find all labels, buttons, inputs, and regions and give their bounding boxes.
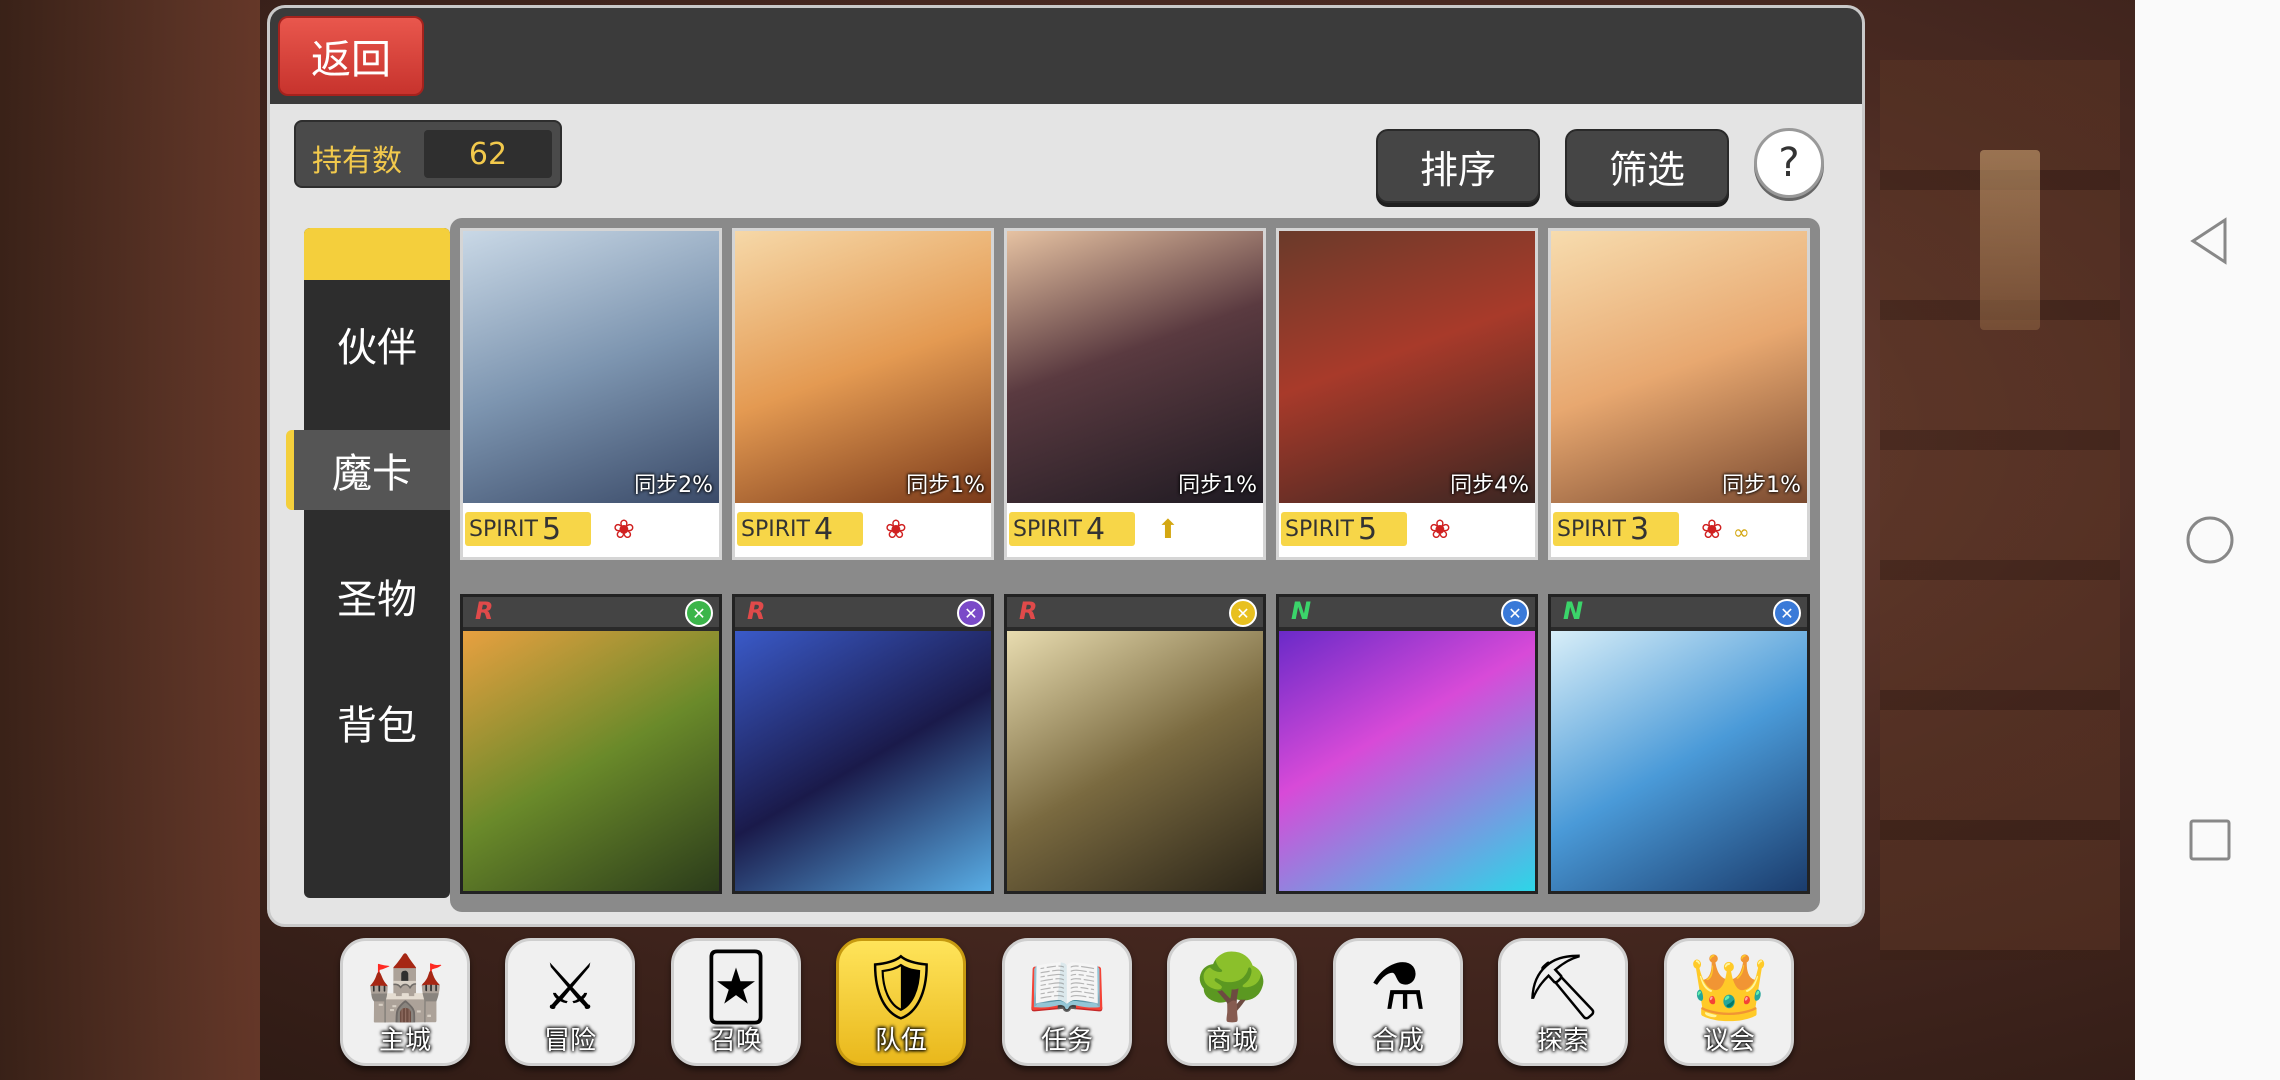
type-badge-icon: ✕: [1501, 599, 1529, 627]
rarity-label: N: [1291, 597, 1312, 625]
help-button[interactable]: ?: [1754, 128, 1824, 198]
nav-summon[interactable]: 🃏 召唤: [671, 938, 801, 1066]
castle-icon: 🏰: [365, 951, 445, 1025]
pickaxe-icon: ⛏: [1522, 951, 1604, 1025]
inventory-panel: 返回 持有数 62 排序 筛选 ? 伙伴 魔卡 圣物 背包 同步2% SPIRI…: [267, 5, 1865, 927]
card-strip: [1007, 597, 1263, 627]
tab-magic-card[interactable]: 魔卡: [286, 430, 450, 510]
spirit-text: SPIRIT: [469, 516, 538, 542]
nav-shop[interactable]: 🌳 商城: [1167, 938, 1297, 1066]
spirit-text: SPIRIT: [1013, 516, 1082, 542]
magic-card[interactable]: 同步1% SPIRIT 3 ❀ ∞: [1548, 228, 1810, 560]
type-badge-icon: ✕: [957, 599, 985, 627]
spirit-level: 5: [541, 511, 562, 547]
card-art: [1007, 231, 1263, 503]
card-strip: [463, 597, 719, 627]
shield-wings-icon: 🛡: [860, 951, 942, 1025]
spirit-badge: SPIRIT 4: [1009, 511, 1135, 547]
nav-craft[interactable]: ⚗ 合成: [1333, 938, 1463, 1066]
fire-element-icon: ❀: [885, 515, 907, 545]
sync-rate: 同步1%: [1722, 473, 1801, 498]
home-circle-icon[interactable]: [2185, 515, 2235, 565]
fire-element-icon: ❀: [1701, 515, 1723, 545]
sync-rate: 同步2%: [634, 473, 713, 498]
recents-square-icon[interactable]: [2185, 815, 2235, 865]
arrow-up-icon: ⬆: [1157, 515, 1179, 545]
spirit-text: SPIRIT: [741, 516, 810, 542]
card-strip: [735, 597, 991, 627]
nav-council[interactable]: 👑 议会: [1664, 938, 1794, 1066]
sync-rate: 同步1%: [1178, 473, 1257, 498]
card-strip: [1279, 597, 1535, 627]
spirit-badge: SPIRIT 3: [1553, 511, 1679, 547]
companion-card[interactable]: R ✕: [1004, 594, 1266, 894]
fire-element-icon: ❀: [613, 515, 635, 545]
filter-button[interactable]: 筛选: [1565, 129, 1729, 203]
sort-button[interactable]: 排序: [1376, 129, 1540, 203]
spirit-level: 4: [813, 511, 834, 547]
type-badge-icon: ✕: [685, 599, 713, 627]
spirit-badge: SPIRIT 4: [737, 511, 863, 547]
card-art: [463, 631, 719, 891]
companion-card[interactable]: R ✕: [732, 594, 994, 894]
magic-card[interactable]: 同步1% SPIRIT 4 ❀: [732, 228, 994, 560]
spirit-level: 4: [1085, 511, 1106, 547]
tab-relic[interactable]: 圣物: [304, 556, 450, 636]
companion-card[interactable]: R ✕: [460, 594, 722, 894]
panel-header: [270, 8, 1862, 104]
spirit-badge: SPIRIT 5: [465, 511, 591, 547]
spirit-level: 5: [1357, 511, 1378, 547]
back-button[interactable]: 返回: [278, 16, 424, 96]
card-art: [735, 631, 991, 891]
gold-element-icon: ∞: [1733, 520, 1750, 544]
card-grid: 同步2% SPIRIT 5 ❀ 同步1% SPIRIT 4 ❀ 同步1% SPIRI…: [450, 218, 1820, 912]
potion-icon: ⚗: [1369, 951, 1427, 1025]
card-art: [1007, 631, 1263, 891]
fire-element-icon: ❀: [1429, 515, 1451, 545]
magic-card[interactable]: 同步2% SPIRIT 5 ❀: [460, 228, 722, 560]
card-art: [1551, 231, 1807, 503]
holding-label: 持有数: [312, 144, 402, 179]
nav-team[interactable]: 🛡 队伍: [836, 938, 966, 1066]
background-window: [1980, 150, 2040, 330]
card-art: [1279, 631, 1535, 891]
companion-card[interactable]: N ✕: [1548, 594, 1810, 894]
card-art: [1551, 631, 1807, 891]
nav-explore[interactable]: ⛏ 探索: [1498, 938, 1628, 1066]
background-left: [0, 0, 260, 1080]
spirit-text: SPIRIT: [1285, 516, 1354, 542]
rarity-label: R: [747, 597, 766, 625]
spirit-text: SPIRIT: [1557, 516, 1626, 542]
sync-rate: 同步4%: [1450, 473, 1529, 498]
swords-icon: ⚔: [541, 951, 599, 1025]
card-strip: [1551, 597, 1807, 627]
tree-icon: 🌳: [1192, 951, 1272, 1025]
nav-adventure[interactable]: ⚔ 冒险: [505, 938, 635, 1066]
spirit-level: 3: [1629, 511, 1650, 547]
type-badge-icon: ✕: [1229, 599, 1257, 627]
rarity-label: R: [475, 597, 494, 625]
companion-card[interactable]: N ✕: [1276, 594, 1538, 894]
magic-card[interactable]: 同步1% SPIRIT 4 ⬆: [1004, 228, 1266, 560]
card-art: [463, 231, 719, 503]
type-badge-icon: ✕: [1773, 599, 1801, 627]
book-icon: 📖: [1027, 951, 1107, 1025]
card-icon: 🃏: [703, 951, 769, 1025]
rarity-label: R: [1019, 597, 1038, 625]
holding-value: 62: [424, 130, 552, 178]
spirit-badge: SPIRIT 5: [1281, 511, 1407, 547]
card-art: [1279, 231, 1535, 503]
nav-main-city[interactable]: 🏰 主城: [340, 938, 470, 1066]
nav-quest[interactable]: 📖 任务: [1002, 938, 1132, 1066]
crown-icon: 👑: [1689, 951, 1769, 1025]
back-triangle-icon[interactable]: [2185, 216, 2235, 266]
magic-card[interactable]: 同步4% SPIRIT 5 ❀: [1276, 228, 1538, 560]
tab-backpack[interactable]: 背包: [304, 682, 450, 762]
sync-rate: 同步1%: [906, 473, 985, 498]
card-art: [735, 231, 991, 503]
rarity-label: N: [1563, 597, 1584, 625]
tab-companion[interactable]: 伙伴: [304, 304, 450, 384]
holding-count: 持有数 62: [294, 120, 562, 188]
tab-accent: [304, 228, 450, 280]
